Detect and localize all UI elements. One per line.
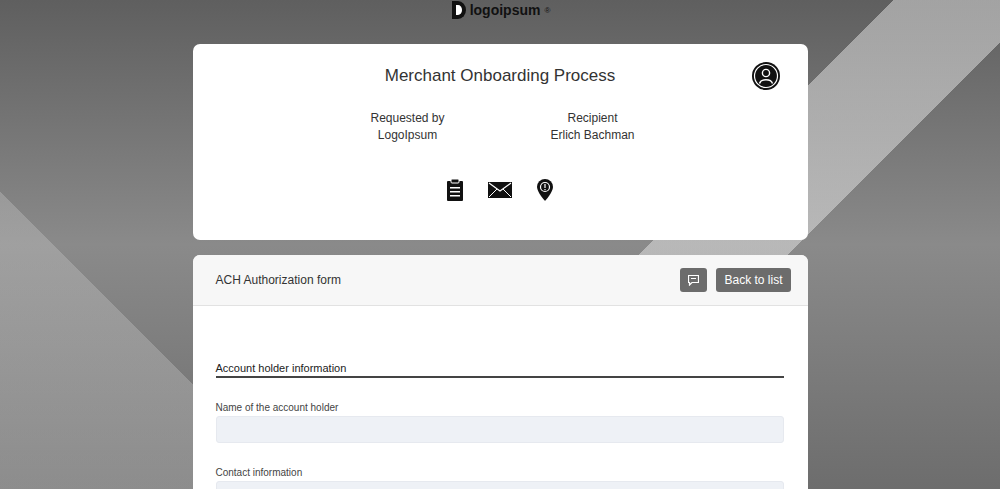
logo: logoipsum® (450, 0, 551, 20)
field-input[interactable] (216, 481, 784, 489)
user-icon (752, 62, 780, 90)
comment-icon (688, 275, 699, 286)
party-label: Requested by (348, 110, 468, 127)
back-to-list-button[interactable]: Back to list (716, 268, 790, 292)
form-field: Contact information (216, 467, 784, 489)
field-label: Name of the account holder (216, 402, 784, 413)
section-title: Account holder information (216, 362, 784, 378)
party-info: Requested byLogoIpsum (348, 110, 468, 144)
clipboard-icon[interactable] (446, 178, 464, 202)
page: logoipsum® Merchant Onboarding Process Req… (0, 0, 1000, 489)
party-value: LogoIpsum (348, 127, 468, 144)
avatar-button[interactable] (752, 62, 780, 90)
logo-icon (450, 0, 466, 20)
comment-button[interactable] (680, 268, 707, 292)
process-title: Merchant Onboarding Process (249, 66, 752, 86)
form-title: ACH Authorization form (216, 273, 341, 287)
form-field: Name of the account holder (216, 402, 784, 443)
logo-text: logoipsum (470, 2, 541, 18)
logo-mark: ® (544, 6, 550, 15)
form-header: ACH Authorization form Back to list (193, 255, 808, 306)
info-pin-icon[interactable] (536, 178, 554, 202)
envelope-icon[interactable] (488, 182, 512, 198)
party-info: RecipientErlich Bachman (533, 110, 653, 144)
form-card: ACH Authorization form Back to list Accoun… (193, 255, 808, 489)
process-card: Merchant Onboarding Process Requested byL… (193, 44, 808, 240)
field-label: Contact information (216, 467, 784, 478)
party-label: Recipient (533, 110, 653, 127)
party-value: Erlich Bachman (533, 127, 653, 144)
field-input[interactable] (216, 416, 784, 443)
